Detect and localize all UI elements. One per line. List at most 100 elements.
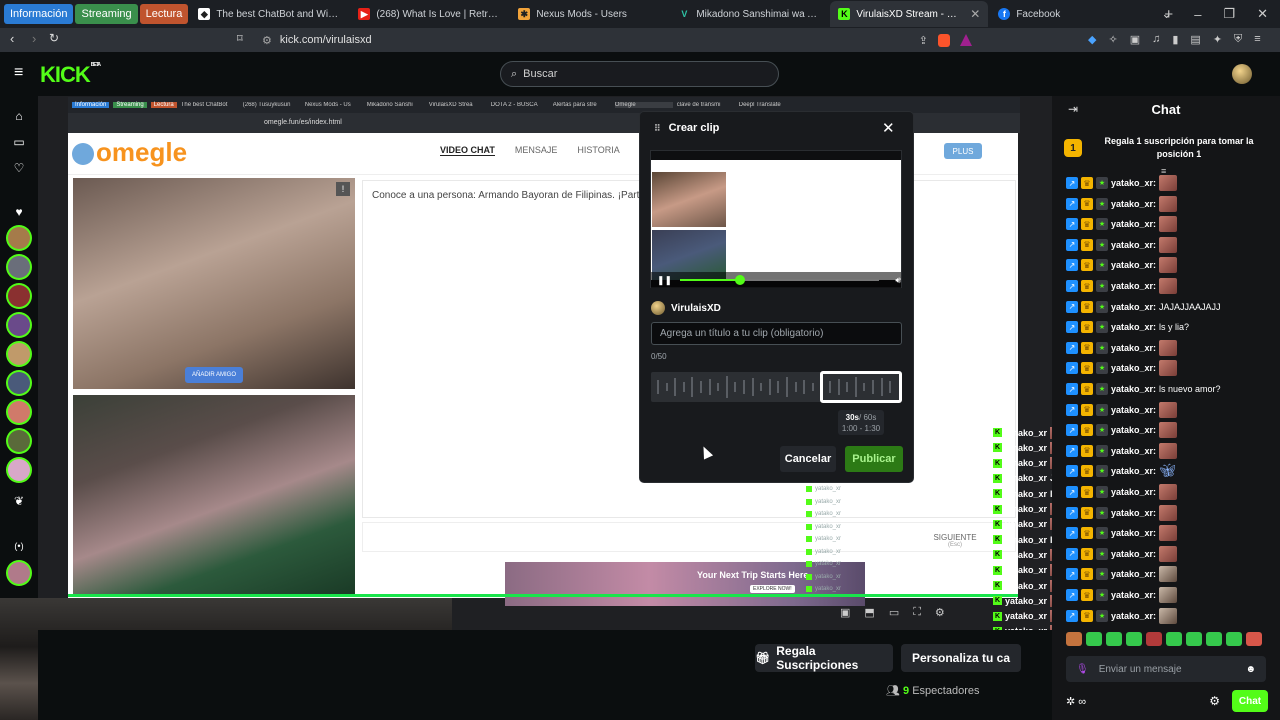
chat-settings-icon[interactable]: ⚙: [1209, 694, 1220, 708]
channel-avatar[interactable]: [8, 372, 30, 394]
following-icon[interactable]: ♡: [8, 157, 30, 179]
channel-avatar[interactable]: [8, 430, 30, 452]
emote-shortcut-icon[interactable]: [1106, 632, 1122, 646]
browse-icon[interactable]: ▭: [8, 131, 30, 153]
emoji-icon[interactable]: ☻: [1245, 664, 1256, 675]
site-settings-icon[interactable]: ⚙: [262, 34, 272, 47]
sidebar-toggle-icon[interactable]: ▮: [1172, 33, 1178, 46]
chat-send-button[interactable]: Chat: [1232, 690, 1268, 712]
bookmark-tag-informacion[interactable]: Información: [4, 4, 74, 24]
channel-avatar[interactable]: [8, 401, 30, 423]
chat-username[interactable]: yatako_xr:: [1111, 302, 1156, 312]
extension-icon[interactable]: ✧: [1108, 33, 1117, 46]
vpn-icon[interactable]: ⛨: [1234, 33, 1242, 46]
chat-username[interactable]: yatako_xr:: [1111, 343, 1156, 353]
home-icon[interactable]: ⌂: [8, 105, 30, 127]
channel-avatar[interactable]: [8, 459, 30, 481]
chat-username[interactable]: yatako_xr:: [1111, 178, 1156, 188]
hamburger-icon[interactable]: ≡: [14, 64, 23, 82]
preview-seekbar[interactable]: [680, 275, 880, 285]
chat-username[interactable]: yatako_xr:: [1111, 281, 1156, 291]
chat-username[interactable]: yatako_xr:: [1111, 199, 1156, 209]
bookmark-tag-lectura[interactable]: Lectura: [139, 4, 189, 24]
channel-avatar[interactable]: [8, 314, 30, 336]
emote-shortcut-icon[interactable]: [1206, 632, 1222, 646]
tab-youtube[interactable]: ▶ (268) What Is Love | Retro Poland Co: [350, 1, 508, 27]
url-field[interactable]: ⚙ kick.com/virulaisxd ⇪: [254, 30, 980, 50]
emote-shortcut-icon[interactable]: [1126, 632, 1142, 646]
music-icon[interactable]: ♫: [1152, 33, 1160, 46]
user-avatar[interactable]: [1232, 64, 1252, 84]
volume-icon[interactable]: 🔊︎: [895, 275, 901, 286]
chat-username[interactable]: yatako_xr:: [1111, 322, 1156, 332]
drag-handle-icon[interactable]: ⠿: [654, 123, 661, 134]
chat-username[interactable]: yatako_xr:: [1111, 466, 1156, 476]
back-icon[interactable]: ‹: [10, 31, 14, 46]
clip-range-selector[interactable]: [820, 371, 902, 403]
preview-seek-thumb[interactable]: [734, 275, 745, 285]
extension-icon[interactable]: ▣: [1130, 33, 1140, 46]
emote-shortcut-icon[interactable]: [1066, 632, 1082, 646]
kick-logo[interactable]: KICKBETA: [40, 62, 101, 88]
emote-shortcut-icon[interactable]: [1186, 632, 1202, 646]
kick-points-icon[interactable]: ✲ ∞: [1066, 695, 1086, 708]
channel-avatar[interactable]: [8, 285, 30, 307]
theater-icon[interactable]: ⬒: [864, 606, 874, 619]
chat-username[interactable]: yatako_xr:: [1111, 611, 1156, 621]
channel-avatar[interactable]: [8, 343, 30, 365]
emote-shortcut-icon[interactable]: [1246, 632, 1262, 646]
chat-username[interactable]: yatako_xr:: [1111, 425, 1156, 435]
reload-icon[interactable]: ↻: [49, 31, 59, 45]
emote-shortcut-icon[interactable]: [1146, 632, 1162, 646]
chat-username[interactable]: yatako_xr:: [1111, 549, 1156, 559]
bookmark-icon[interactable]: ⌑: [237, 32, 243, 45]
chat-username[interactable]: yatako_xr:: [1111, 240, 1156, 250]
tab-chatbot[interactable]: ◆ The best ChatBot and Widgets for K: [190, 1, 348, 27]
chat-username[interactable]: yatako_xr:: [1111, 528, 1156, 538]
chat-username[interactable]: yatako_xr:: [1111, 569, 1156, 579]
gift-subs-button[interactable]: 🎁︎ Regala Suscripciones: [755, 644, 893, 672]
channel-avatar[interactable]: [8, 227, 30, 249]
close-tab-icon[interactable]: ✕: [970, 7, 980, 21]
cancel-button[interactable]: Cancelar: [780, 446, 836, 472]
forward-icon[interactable]: ›: [32, 31, 36, 46]
minimize-icon[interactable]: –: [1194, 7, 1201, 22]
channel-avatar[interactable]: [8, 256, 30, 278]
categories-icon[interactable]: ❦: [8, 490, 30, 512]
clip-icon[interactable]: ▣: [840, 606, 850, 619]
tab-facebook[interactable]: f Facebook: [990, 1, 1148, 27]
brave-shield-icon[interactable]: [938, 33, 950, 47]
wallet-icon[interactable]: ▤: [1190, 33, 1200, 46]
chat-username[interactable]: yatako_xr:: [1111, 384, 1156, 394]
tab-mikadono[interactable]: V Mikadono Sanshimai wa Angai, Cho: [670, 1, 828, 27]
pip-icon[interactable]: ▭: [889, 606, 899, 619]
leo-icon[interactable]: ✦: [1213, 33, 1222, 46]
close-icon[interactable]: ✕: [882, 119, 895, 137]
chat-username[interactable]: yatako_xr:: [1111, 508, 1156, 518]
brave-rewards-icon[interactable]: [960, 34, 972, 46]
emote-shortcut-icon[interactable]: [1166, 632, 1182, 646]
share-icon[interactable]: ⇪: [919, 34, 928, 47]
chat-input[interactable]: 🎙︎ Enviar un mensaje ☻: [1066, 656, 1266, 682]
tab-virulaisxd[interactable]: K VirulaisXD Stream - Watch Li ✕: [830, 1, 989, 27]
settings-icon[interactable]: ⚙: [935, 606, 945, 619]
chat-username[interactable]: yatako_xr:: [1111, 219, 1156, 229]
search-bar[interactable]: ⌕ Buscar: [500, 61, 779, 87]
bookmark-tag-streaming[interactable]: Streaming: [75, 4, 138, 24]
sub-leaderboard[interactable]: 1 Regala 1 suscripción para tomar la posi…: [1064, 128, 1268, 168]
close-window-icon[interactable]: ✕: [1257, 6, 1268, 22]
maximize-icon[interactable]: ❐: [1223, 6, 1235, 22]
fullscreen-icon[interactable]: ⛶: [913, 606, 921, 619]
chat-username[interactable]: yatako_xr:: [1111, 405, 1156, 415]
menu-icon[interactable]: ≡: [1254, 33, 1260, 46]
chat-username[interactable]: yatako_xr:: [1111, 590, 1156, 600]
chat-username[interactable]: yatako_xr:: [1111, 363, 1156, 373]
live-icon[interactable]: (•): [8, 535, 30, 557]
extension-icon[interactable]: ◆: [1088, 33, 1096, 46]
tab-search-icon[interactable]: ⌄: [1161, 6, 1172, 22]
followed-heart-icon[interactable]: ♥: [8, 201, 30, 223]
pause-icon[interactable]: ❚❚: [657, 275, 672, 286]
customize-button[interactable]: Personaliza tu ca: [901, 644, 1021, 672]
emote-shortcut-icon[interactable]: [1086, 632, 1102, 646]
emote-shortcut-icon[interactable]: [1226, 632, 1242, 646]
